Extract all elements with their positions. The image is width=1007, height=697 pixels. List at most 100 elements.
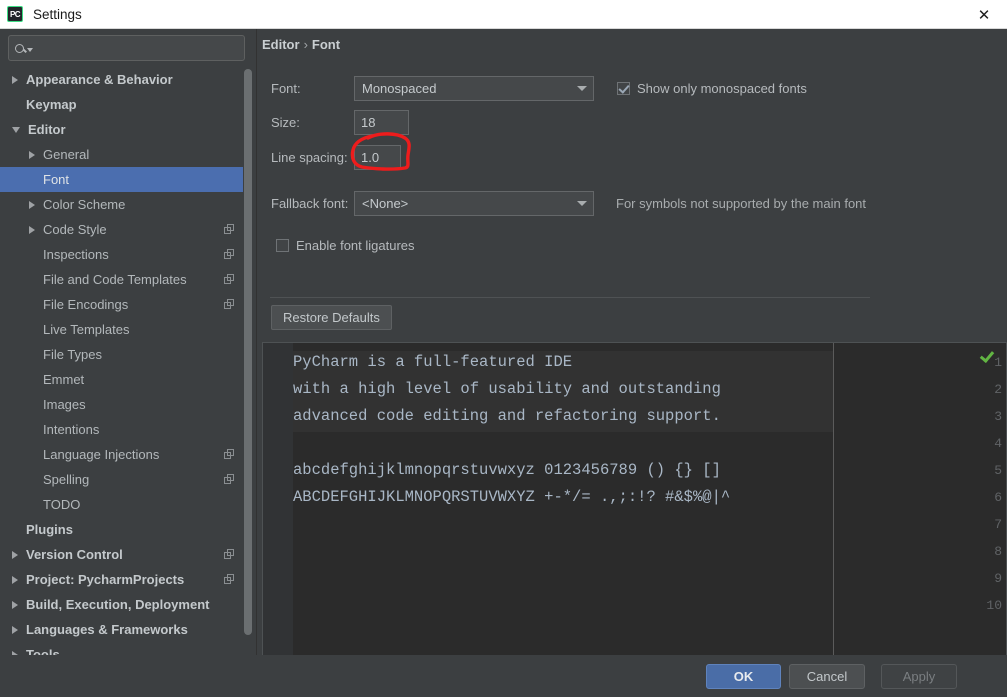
ok-button[interactable]: OK [706, 664, 781, 689]
copy-settings-icon[interactable] [224, 549, 235, 560]
copy-settings-icon[interactable] [224, 449, 235, 460]
sidebar-item-plugins[interactable]: Plugins [0, 517, 243, 542]
chevron-right-icon[interactable] [12, 575, 18, 584]
chevron-right-icon[interactable] [12, 600, 18, 609]
copy-settings-icon[interactable] [224, 224, 235, 235]
sidebar-scrollbar-thumb[interactable] [244, 69, 252, 635]
font-label: Font: [271, 81, 301, 96]
font-family-select[interactable]: Monospaced [354, 76, 594, 101]
settings-tree: Appearance & Behavior Keymap Editor General… [0, 67, 243, 655]
chevron-right-icon[interactable] [29, 150, 35, 159]
cancel-button[interactable]: Cancel [789, 664, 865, 689]
sidebar-item-label: File Encodings [43, 297, 129, 312]
restore-defaults-button[interactable]: Restore Defaults [271, 305, 392, 330]
pycharm-logo-icon: PC [7, 6, 23, 22]
sidebar-item-label: Code Style [43, 222, 107, 237]
sidebar-item-label: Editor [28, 122, 66, 137]
sidebar-item-appearance-behavior[interactable]: Appearance & Behavior [0, 67, 243, 92]
sidebar-item-label: File and Code Templates [43, 272, 187, 287]
sidebar-item-label: Images [43, 397, 86, 412]
show-only-monospaced-label: Show only monospaced fonts [637, 81, 807, 96]
sidebar-item-label: Emmet [43, 372, 85, 387]
sidebar-item-label: Tools [26, 647, 60, 655]
font-preview-editor[interactable]: 1 2 3 4 5 6 7 8 9 10 PyCharm is a full-featured ID… [262, 342, 1007, 675]
sidebar-item-editor[interactable]: Editor [0, 117, 243, 142]
sidebar-item-file-and-code-templates[interactable]: File and Code Templates [0, 267, 243, 292]
sidebar-item-file-encodings[interactable]: File Encodings [0, 292, 243, 317]
sidebar-item-language-injections[interactable]: Language Injections [0, 442, 243, 467]
line-number: 6 [994, 490, 1002, 505]
sidebar-item-project-pycharmprojects[interactable]: Project: PycharmProjects [0, 567, 243, 592]
copy-settings-icon[interactable] [224, 274, 235, 285]
copy-settings-icon[interactable] [224, 299, 235, 310]
breadcrumb: Editor › Font [262, 37, 340, 52]
line-number: 10 [986, 598, 1002, 613]
sidebar-item-images[interactable]: Images [0, 392, 243, 417]
chevron-down-icon[interactable] [12, 126, 20, 133]
sidebar-item-general[interactable]: General [0, 142, 243, 167]
sidebar-item-file-types[interactable]: File Types [0, 342, 243, 367]
fallback-font-hint: For symbols not supported by the main fo… [616, 196, 867, 211]
size-label: Size: [271, 115, 300, 130]
chevron-right-icon[interactable] [29, 200, 35, 209]
preview-code-line: abcdefghijklmnopqrstuvwxyz 0123456789 ()… [293, 461, 721, 479]
close-icon[interactable]: ✕ [961, 0, 1007, 29]
sidebar-item-spelling[interactable]: Spelling [0, 467, 243, 492]
apply-button[interactable]: Apply [881, 664, 957, 689]
sidebar-item-version-control[interactable]: Version Control [0, 542, 243, 567]
copy-settings-icon[interactable] [224, 249, 235, 260]
sidebar-item-tools[interactable]: Tools [0, 642, 243, 655]
fallback-font-value: <None> [362, 196, 409, 211]
sidebar-item-intentions[interactable]: Intentions [0, 417, 243, 442]
search-box[interactable] [8, 35, 245, 61]
fallback-font-row: Fallback font: <None> For symbols not su… [271, 191, 866, 216]
sidebar-item-live-templates[interactable]: Live Templates [0, 317, 243, 342]
size-input[interactable] [361, 115, 402, 130]
chevron-right-icon[interactable] [29, 225, 35, 234]
sidebar-item-label: General [43, 147, 90, 162]
line-number: 2 [994, 382, 1002, 397]
section-divider [270, 297, 870, 298]
chevron-right-icon[interactable] [12, 75, 18, 84]
line-spacing-input[interactable] [361, 150, 394, 165]
show-only-monospaced-checkbox[interactable]: Show only monospaced fonts [617, 81, 807, 96]
enable-font-ligatures-checkbox[interactable]: Enable font ligatures [276, 238, 415, 253]
size-field[interactable] [354, 110, 409, 135]
inspection-ok-check-icon[interactable] [982, 348, 996, 362]
sidebar-item-todo[interactable]: TODO [0, 492, 243, 517]
chevron-right-icon[interactable] [12, 550, 18, 559]
breadcrumb-root[interactable]: Editor [262, 37, 300, 52]
dialog-footer: OK Cancel Apply [0, 655, 1007, 697]
fallback-font-label: Fallback font: [271, 196, 349, 211]
sidebar-item-color-scheme[interactable]: Color Scheme [0, 192, 243, 217]
preview-code-line: PyCharm is a full-featured IDE [293, 353, 573, 371]
checkbox-check-icon [617, 82, 630, 95]
sidebar-item-languages-frameworks[interactable]: Languages & Frameworks [0, 617, 243, 642]
copy-settings-icon[interactable] [224, 474, 235, 485]
sidebar-scrollbar[interactable] [243, 67, 253, 655]
copy-settings-icon[interactable] [224, 574, 235, 585]
sidebar-search-wrap [0, 29, 253, 61]
sidebar-item-label: Project: PycharmProjects [26, 572, 185, 587]
search-input[interactable] [38, 41, 238, 55]
sidebar-item-label: Build, Execution, Deployment [26, 597, 210, 612]
settings-dialog: Appearance & Behavior Keymap Editor General… [0, 29, 1007, 697]
line-number: 9 [994, 571, 1002, 586]
sidebar-item-keymap[interactable]: Keymap [0, 92, 243, 117]
sidebar-item-inspections[interactable]: Inspections [0, 242, 243, 267]
sidebar-item-build-execution-deployment[interactable]: Build, Execution, Deployment [0, 592, 243, 617]
size-row: Size: [271, 110, 409, 135]
sidebar-item-font[interactable]: Font [0, 167, 243, 192]
fallback-font-select[interactable]: <None> [354, 191, 594, 216]
line-number: 7 [994, 517, 1002, 532]
enable-font-ligatures-label: Enable font ligatures [296, 238, 415, 253]
preview-code-line: with a high level of usability and outst… [293, 380, 721, 398]
chevron-right-icon[interactable] [12, 625, 18, 634]
sidebar-item-label: Inspections [43, 247, 109, 262]
sidebar-item-emmet[interactable]: Emmet [0, 367, 243, 392]
sidebar-item-code-style[interactable]: Code Style [0, 217, 243, 242]
sidebar-item-label: Language Injections [43, 447, 160, 462]
sidebar-item-label: Plugins [26, 522, 73, 537]
sidebar-item-label: Color Scheme [43, 197, 126, 212]
line-spacing-field[interactable] [354, 145, 401, 170]
